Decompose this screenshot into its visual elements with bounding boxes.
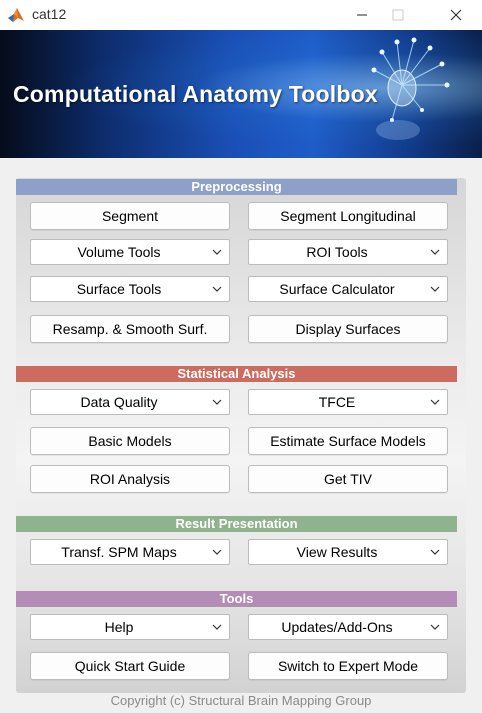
segment-longitudinal-button[interactable]: Segment Longitudinal	[248, 202, 448, 230]
roi-analysis-button[interactable]: ROI Analysis	[30, 465, 230, 493]
dropdown-label: Surface Tools	[76, 281, 162, 297]
copyright-text: Copyright (c) Structural Brain Mapping G…	[110, 693, 372, 708]
section-header-preprocessing: Preprocessing	[16, 179, 457, 195]
dropdown-label: Updates/Add-Ons	[281, 619, 393, 635]
quick-start-guide-button[interactable]: Quick Start Guide	[30, 652, 230, 680]
maximize-button[interactable]	[375, 0, 421, 30]
chevron-down-icon	[430, 249, 440, 255]
dropdown-label: Transf. SPM Maps	[61, 544, 177, 560]
dropdown-label: Surface Calculator	[279, 281, 395, 297]
chevron-down-icon	[212, 286, 222, 292]
minimize-icon	[357, 14, 367, 16]
dropdown-label: View Results	[296, 544, 378, 560]
roi-tools-dropdown[interactable]: ROI Tools	[248, 239, 448, 265]
dropdown-label: Help	[104, 619, 134, 635]
section-header-tools: Tools	[16, 591, 457, 607]
chevron-down-icon	[430, 286, 440, 292]
transf-spm-maps-dropdown[interactable]: Transf. SPM Maps	[30, 539, 230, 565]
window-title: cat12	[32, 6, 67, 22]
updates-addons-dropdown[interactable]: Updates/Add-Ons	[248, 614, 448, 640]
get-tiv-button[interactable]: Get TIV	[248, 465, 448, 493]
brain-network-icon	[371, 37, 450, 140]
estimate-surface-models-button[interactable]: Estimate Surface Models	[248, 427, 448, 455]
dropdown-label: Data Quality	[80, 394, 158, 410]
dropdown-label: Volume Tools	[77, 244, 161, 260]
matlab-icon	[8, 8, 24, 22]
maximize-icon	[392, 9, 404, 21]
section-header-result-presentation: Result Presentation	[16, 516, 457, 532]
chevron-down-icon	[212, 624, 222, 630]
dropdown-label: TFCE	[318, 394, 356, 410]
volume-tools-dropdown[interactable]: Volume Tools	[30, 239, 230, 265]
resamp-smooth-surf-button[interactable]: Resamp. & Smooth Surf.	[30, 315, 230, 343]
surface-calculator-dropdown[interactable]: Surface Calculator	[248, 276, 448, 302]
chevron-down-icon	[430, 399, 440, 405]
title-bar: cat12	[0, 0, 482, 30]
display-surfaces-button[interactable]: Display Surfaces	[248, 315, 448, 343]
switch-expert-mode-button[interactable]: Switch to Expert Mode	[248, 652, 448, 680]
close-icon	[450, 9, 462, 21]
tfce-dropdown[interactable]: TFCE	[248, 389, 448, 415]
chevron-down-icon	[430, 624, 440, 630]
data-quality-dropdown[interactable]: Data Quality	[30, 389, 230, 415]
view-results-dropdown[interactable]: View Results	[248, 539, 448, 565]
help-dropdown[interactable]: Help	[30, 614, 230, 640]
banner: Computational Anatomy Toolbox	[0, 30, 482, 158]
banner-title: Computational Anatomy Toolbox	[13, 81, 378, 107]
chevron-down-icon	[212, 549, 222, 555]
close-button[interactable]	[433, 0, 479, 30]
segment-button[interactable]: Segment	[30, 202, 230, 230]
chevron-down-icon	[212, 249, 222, 255]
surface-tools-dropdown[interactable]: Surface Tools	[30, 276, 230, 302]
basic-models-button[interactable]: Basic Models	[30, 427, 230, 455]
chevron-down-icon	[430, 549, 440, 555]
dropdown-label: ROI Tools	[306, 244, 368, 260]
section-header-statistical-analysis: Statistical Analysis	[16, 366, 457, 382]
chevron-down-icon	[212, 399, 222, 405]
